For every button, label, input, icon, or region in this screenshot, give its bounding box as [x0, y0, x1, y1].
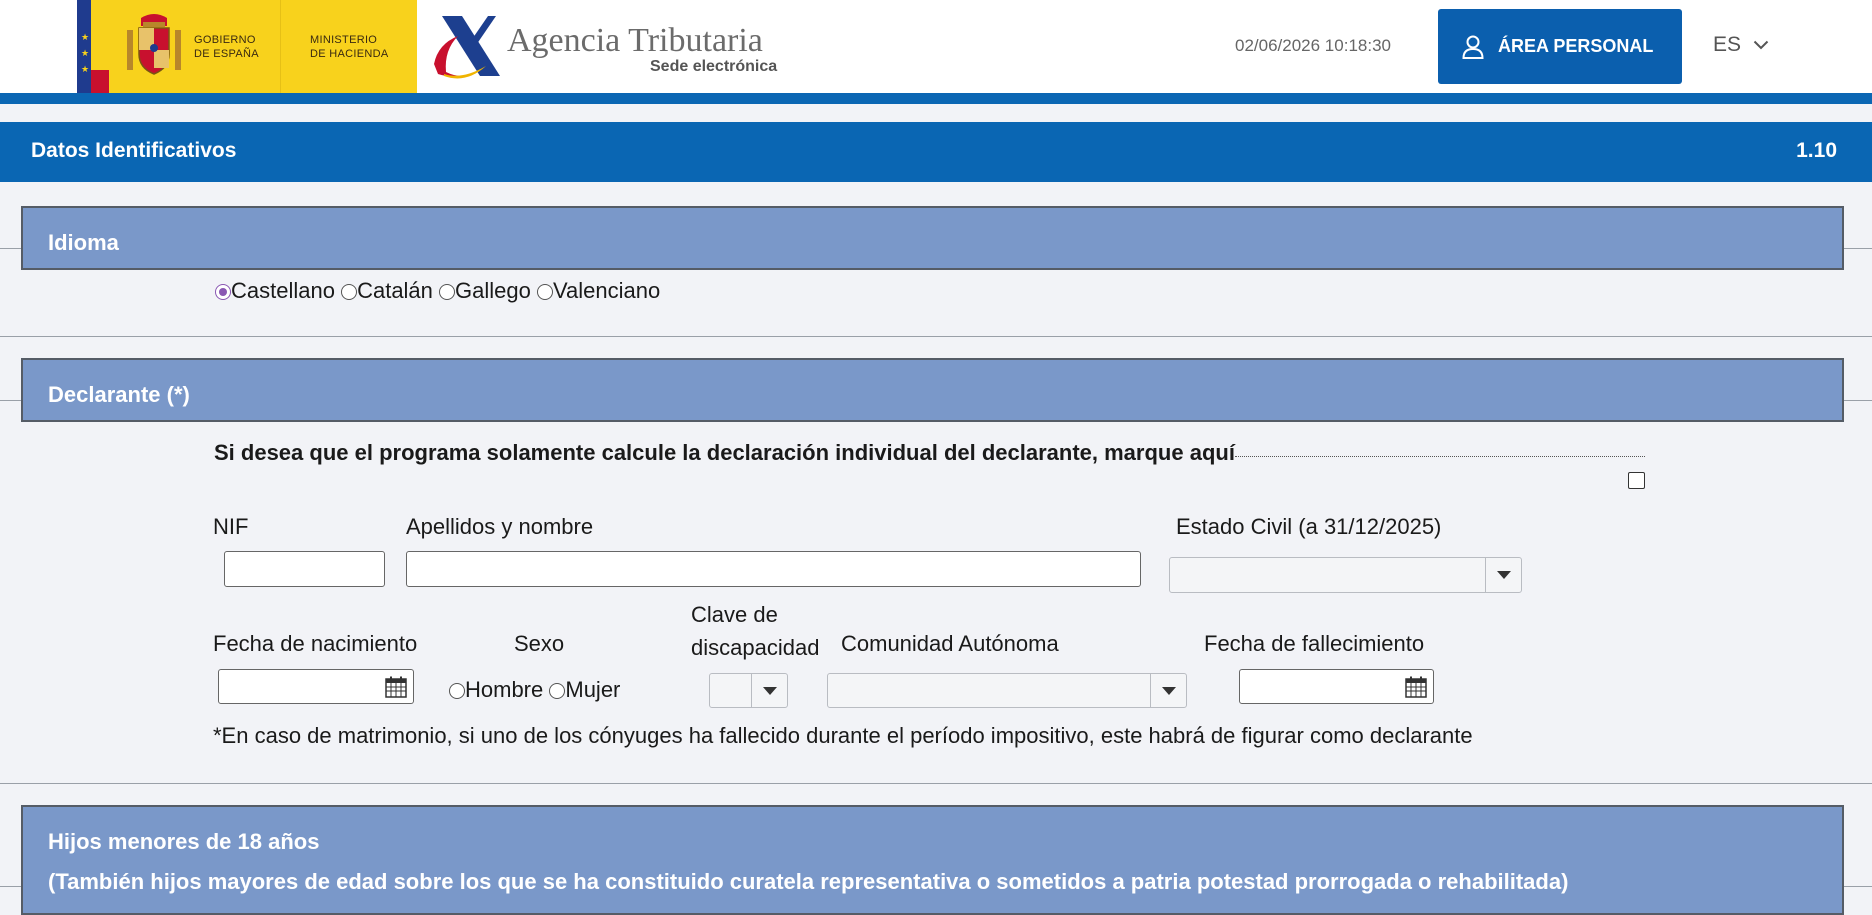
radio-label: Valenciano	[553, 278, 661, 303]
section-divider	[0, 336, 1872, 337]
section-title: Hijos menores de 18 años	[48, 829, 320, 854]
radio-mujer[interactable]: Mujer	[549, 677, 620, 702]
radio-valenciano[interactable]: Valenciano	[537, 278, 660, 303]
death-date-input[interactable]	[1239, 669, 1400, 704]
radio-control[interactable]	[449, 683, 465, 699]
individual-declaration-checkbox[interactable]	[1628, 472, 1645, 489]
section-header-declarante: Declarante (*)	[21, 358, 1844, 422]
chevron-down-icon	[1753, 40, 1769, 50]
birth-date-input[interactable]	[218, 669, 380, 704]
deceased-spouse-note: *En caso de matrimonio, si uno de los có…	[213, 723, 1473, 748]
dotted-leader	[1235, 456, 1645, 457]
death-date-calendar-button[interactable]	[1399, 669, 1434, 704]
radio-hombre[interactable]: Hombre	[449, 677, 543, 702]
logo-divider	[280, 0, 281, 93]
page-titlebar: Datos Identificativos 1.10	[0, 122, 1872, 182]
civil-status-label: Estado Civil (a 31/12/2025)	[1176, 514, 1442, 539]
section-header-hijos: Hijos menores de 18 años (También hijos …	[21, 805, 1844, 915]
radio-label: Catalán	[357, 278, 433, 303]
agencia-mark-icon	[434, 16, 500, 79]
individual-declaration-prompt: Si desea que el programa solamente calcu…	[214, 440, 1235, 465]
agency-subtitle: Sede electrónica	[650, 58, 778, 75]
radio-catalan[interactable]: Catalán	[341, 278, 433, 303]
name-input[interactable]	[406, 551, 1141, 587]
disability-select[interactable]	[709, 673, 788, 708]
community-label: Comunidad Autónoma	[841, 631, 1059, 656]
radio-castellano[interactable]: Castellano	[215, 278, 335, 303]
sex-options: Hombre Mujer	[449, 677, 620, 703]
radio-label: Gallego	[455, 278, 531, 303]
section-title: Idioma	[48, 230, 119, 255]
header-accent-bar	[0, 93, 1872, 104]
language-options: Castellano Catalán Gallego Valenciano	[215, 278, 660, 304]
language-label: ES	[1713, 33, 1742, 56]
government-logo[interactable]: ★ ★ ★ GOBIERNO DE ESPAÑA MINISTERIO DE HACIE…	[77, 0, 417, 93]
name-label: Apellidos y nombre	[406, 514, 594, 539]
radio-control[interactable]	[549, 683, 566, 699]
page-title: Datos Identificativos	[31, 139, 237, 162]
coat-of-arms-icon	[127, 14, 181, 75]
birth-date-calendar-button[interactable]	[379, 669, 414, 704]
radio-control[interactable]	[439, 284, 456, 300]
agencia-tributaria-logo[interactable]: Agencia Tributaria Sede electrónica	[432, 12, 782, 82]
radio-control[interactable]	[215, 284, 231, 300]
civil-status-select[interactable]	[1169, 557, 1522, 593]
radio-label: Mujer	[565, 677, 621, 702]
radio-control[interactable]	[341, 284, 358, 300]
section-header-idioma: Idioma	[21, 206, 1844, 270]
chevron-down-icon	[1485, 558, 1521, 592]
user-icon	[1462, 35, 1484, 59]
chevron-down-icon	[751, 674, 787, 707]
birth-date-label: Fecha de nacimiento	[213, 631, 418, 656]
nif-label: NIF	[213, 514, 249, 539]
agency-title: Agencia Tributaria	[507, 22, 763, 59]
government-text: GOBIERNO DE ESPAÑA	[194, 34, 259, 60]
personal-area-button[interactable]: ÁREA PERSONAL	[1438, 9, 1682, 84]
personal-area-label: ÁREA PERSONAL	[1498, 36, 1654, 56]
language-selector[interactable]: ES	[1713, 33, 1769, 57]
section-divider	[0, 783, 1872, 784]
calendar-icon	[385, 676, 407, 698]
current-datetime: 02/06/2026 10:18:30	[1235, 36, 1391, 55]
chevron-down-icon	[1150, 674, 1186, 707]
section-subtitle: (También hijos mayores de edad sobre los…	[48, 869, 1569, 894]
form-version: 1.10	[1796, 139, 1837, 162]
spain-eu-flag: ★ ★ ★	[77, 0, 109, 93]
radio-label: Castellano	[231, 278, 335, 303]
sex-label: Sexo	[514, 631, 565, 656]
nif-input[interactable]	[224, 551, 385, 587]
calendar-icon	[1405, 676, 1427, 698]
radio-gallego[interactable]: Gallego	[439, 278, 531, 303]
radio-control[interactable]	[537, 284, 554, 300]
ministry-text: MINISTERIO DE HACIENDA	[310, 34, 389, 60]
community-select[interactable]	[827, 673, 1187, 708]
section-title: Declarante (*)	[48, 382, 190, 407]
disability-label: Clave de discapacidad	[691, 602, 820, 660]
site-header: ★ ★ ★ GOBIERNO DE ESPAÑA MINISTERIO DE HACIE…	[0, 0, 1872, 93]
death-date-label: Fecha de fallecimiento	[1204, 631, 1425, 656]
radio-label: Hombre	[465, 677, 544, 702]
